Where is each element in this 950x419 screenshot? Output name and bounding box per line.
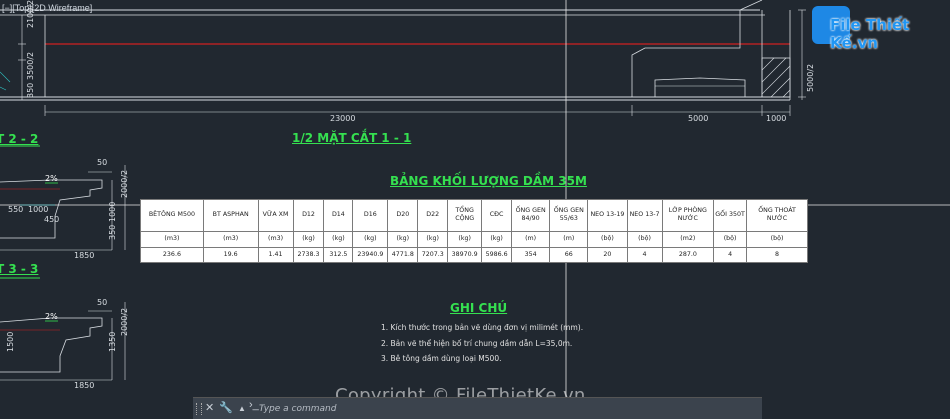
half-section-1-1 [0, 0, 806, 116]
table-header-cell: BÊTÔNG M500 [140, 199, 204, 232]
dim-text: 2000/2 [120, 307, 129, 336]
table-value-cell: 4 [713, 246, 748, 264]
logo-text: File Thiết Kế.vn [830, 16, 910, 52]
dim-text: 1500 [6, 331, 15, 352]
table-header-cell: ỐNG THOÁT NƯỚC [746, 199, 808, 232]
table-value-cell: 4 [626, 246, 663, 264]
table-value-cell: 38970.9 [447, 246, 483, 264]
dim-text: 1850 [74, 381, 95, 390]
note-item: 1. Kích thước trong bản vẽ dùng đơn vị m… [381, 323, 584, 332]
table-unit-row: (m3) (m3) (m3) (kg) (kg) (kg) (kg) (kg) (kg) (kg)… [140, 230, 808, 248]
section-2-2-label: T 2 - 2 [0, 132, 39, 146]
dim-text: 1000 [108, 201, 117, 222]
table-unit-cell: (m3) [140, 230, 204, 248]
table-unit-cell: (m) [549, 230, 589, 248]
table-header-cell: CĐC [481, 199, 513, 232]
table-header-cell: VỮA XM [257, 199, 294, 232]
chevron-up-icon[interactable]: ▲ [238, 404, 246, 413]
cross-section-3-3 [0, 277, 126, 381]
command-line-bar[interactable]: ✕ 🔧 ▲ ›_ [193, 397, 762, 419]
dim-text-350: 350 [26, 82, 35, 98]
table-unit-cell: (kg) [292, 230, 325, 248]
table-value-cell: 1.41 [257, 246, 294, 264]
table-value-cell: 5986.6 [481, 246, 513, 264]
dim-text-1000: 1000 [766, 114, 787, 123]
viewport-controls-label[interactable]: [−][Top][2D Wireframe] [2, 3, 92, 13]
table-value-cell: 2738.3 [292, 246, 325, 264]
table-header-cell: D14 [323, 199, 354, 232]
table-unit-cell: (kg) [481, 230, 513, 248]
dim-text: 50 [97, 298, 108, 307]
dim-text: 1000 [28, 205, 49, 214]
table-header-cell: D20 [387, 199, 419, 232]
table-header-cell: BT ASPHAN [202, 199, 259, 232]
table-unit-cell: (kg) [447, 230, 483, 248]
close-icon[interactable]: ✕ [205, 401, 214, 414]
table-header-cell: D12 [292, 199, 325, 232]
drag-handle-icon[interactable] [196, 403, 202, 415]
table-header-cell: ỐNG GEN 84/90 [511, 199, 551, 232]
dim-text-5000-2: 5000/2 [806, 63, 815, 92]
table-header-cell: NEO 13-7 [626, 199, 663, 232]
dim-text-2100: 2100/2 [26, 0, 35, 28]
table-value-cell: 20 [587, 246, 628, 264]
table-unit-cell: (bộ) [587, 230, 628, 248]
command-input[interactable] [257, 400, 561, 417]
table-unit-cell: (m) [511, 230, 551, 248]
dim-text-3500: 3500/2 [26, 51, 35, 80]
table-unit-cell: (kg) [387, 230, 419, 248]
table-value-cell: 23940.9 [352, 246, 389, 264]
slope-text: 2% [45, 174, 58, 183]
section-3-3-label: T 3 - 3 [0, 262, 39, 276]
dim-text-5000: 5000 [688, 114, 709, 123]
table-unit-cell: (bộ) [713, 230, 748, 248]
table-unit-cell: (kg) [323, 230, 354, 248]
note-item: 2. Bản vẽ thể hiện bố trí chung dầm dẫn … [381, 339, 573, 348]
table-header-cell: ỐNG GEN 55/63 [549, 199, 589, 232]
wrench-icon[interactable]: 🔧 [219, 401, 233, 414]
note-item: 3. Bê tông dầm dùng loại M500. [381, 354, 502, 363]
table-unit-cell: (kg) [352, 230, 389, 248]
dim-text: 2000/2 [120, 169, 129, 198]
dim-text: 50 [97, 158, 108, 167]
table-header-cell: D22 [417, 199, 449, 232]
table-unit-cell: (bộ) [746, 230, 808, 248]
table-value-cell: 19.6 [202, 246, 259, 264]
table-value-cell: 312.5 [323, 246, 354, 264]
dim-text: 450 [44, 215, 60, 224]
table-value-cell: 236.6 [140, 246, 204, 264]
table-header-cell: LỚP PHÒNG NƯỚC [661, 199, 715, 232]
table-value-cell: 287.0 [661, 246, 715, 264]
slope-text: 2% [45, 312, 58, 321]
table-unit-cell: (kg) [417, 230, 449, 248]
table-unit-cell: (m2) [661, 230, 715, 248]
quantity-table: BÊTÔNG M500 BT ASPHAN VỮA XM D12 D14 D16 D20 D2… [140, 199, 808, 264]
dim-text: 1850 [74, 251, 95, 260]
notes-title: GHI CHÚ [450, 301, 508, 315]
table-header-cell: D16 [352, 199, 389, 232]
table-header-cell: NEO 13-19 [587, 199, 628, 232]
dim-text: 1350 [108, 331, 117, 352]
dim-text: 350 [108, 224, 117, 240]
table-unit-cell: (m3) [202, 230, 259, 248]
table-header-cell: GỐI 350T [713, 199, 748, 232]
table-unit-cell: (bộ) [626, 230, 663, 248]
table-value-cell: 354 [511, 246, 551, 264]
table-unit-cell: (m3) [257, 230, 294, 248]
table-value-row: 236.6 19.6 1.41 2738.3 312.5 23940.9 4771.8 720… [140, 246, 808, 264]
table-value-cell: 4771.8 [387, 246, 419, 264]
dim-text: 550 [8, 205, 24, 214]
table-title: BẢNG KHỐI LƯỢNG DẦM 35M [390, 174, 587, 188]
table-header-cell: TỔNG CỘNG [447, 199, 483, 232]
section-title: 1/2 MẶT CẮT 1 - 1 [292, 131, 412, 145]
table-header-row: BÊTÔNG M500 BT ASPHAN VỮA XM D12 D14 D16 D20 D2… [140, 199, 808, 232]
table-value-cell: 8 [746, 246, 808, 264]
filethietke-logo: File Thiết Kế.vn [812, 6, 942, 52]
table-value-cell: 66 [549, 246, 589, 264]
dim-text-23000: 23000 [330, 114, 356, 123]
table-value-cell: 7207.3 [417, 246, 449, 264]
